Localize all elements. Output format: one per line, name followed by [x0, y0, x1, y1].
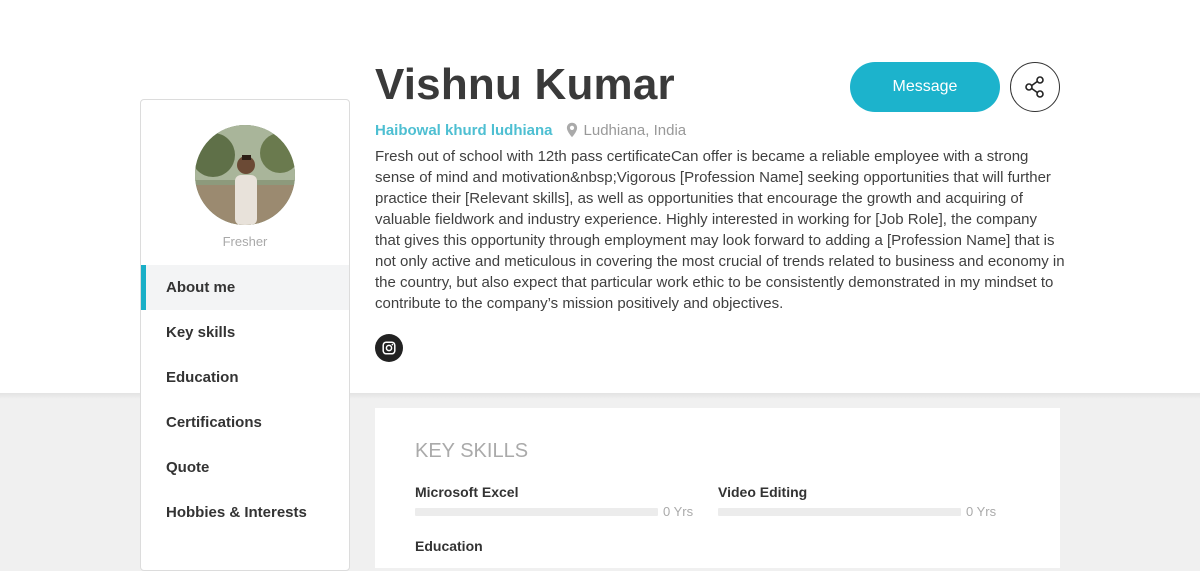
location-text: Ludhiana, India [583, 121, 687, 139]
skill-years: 0 Yrs [966, 504, 997, 519]
nav-item-certifications[interactable]: Certifications [141, 400, 349, 445]
instagram-link[interactable] [375, 334, 403, 362]
skill-name: Microsoft Excel [415, 484, 519, 500]
about-text: Fresh out of school with 12th pass certi… [375, 148, 1065, 312]
nav-item-hobbies[interactable]: Hobbies & Interests [141, 490, 349, 535]
profile-sidebar: Fresher About me Key skills Education Ce… [140, 99, 350, 571]
avatar [195, 125, 295, 225]
key-skills-title: KEY SKILLS [415, 440, 529, 462]
skill-years: 0 Yrs [663, 504, 694, 519]
skill-name: Video Editing [718, 484, 808, 500]
location-link[interactable]: Haibowal khurd ludhiana [375, 122, 553, 139]
skill-item: Microsoft Excel 0 Yrs [415, 484, 695, 519]
nav-item-education[interactable]: Education [141, 355, 349, 400]
skill-name: Education [415, 538, 483, 554]
avatar-photo [195, 125, 295, 225]
location-row: Haibowal khurd ludhiana Ludhiana, India [375, 120, 686, 140]
sidebar-nav: About me Key skills Education Certificat… [141, 265, 349, 535]
message-button[interactable]: Message [850, 62, 1000, 112]
profile-status: Fresher [222, 234, 268, 249]
nav-item-about-me[interactable]: About me [141, 265, 349, 310]
nav-item-quote[interactable]: Quote [141, 445, 349, 490]
share-icon [1025, 76, 1044, 98]
skill-progress-bar [415, 507, 658, 516]
skill-progress-bar [718, 507, 961, 516]
map-pin-icon [566, 122, 578, 138]
key-skills-card: KEY SKILLS Microsoft Excel 0 Yrs Video E… [375, 408, 1060, 568]
nav-item-key-skills[interactable]: Key skills [141, 310, 349, 355]
skill-item: Video Editing 0 Yrs [718, 484, 998, 519]
share-button[interactable] [1010, 62, 1060, 112]
instagram-icon [382, 341, 396, 355]
skill-item: Education [415, 538, 695, 554]
profile-name: Vishnu Kumar [375, 60, 675, 109]
